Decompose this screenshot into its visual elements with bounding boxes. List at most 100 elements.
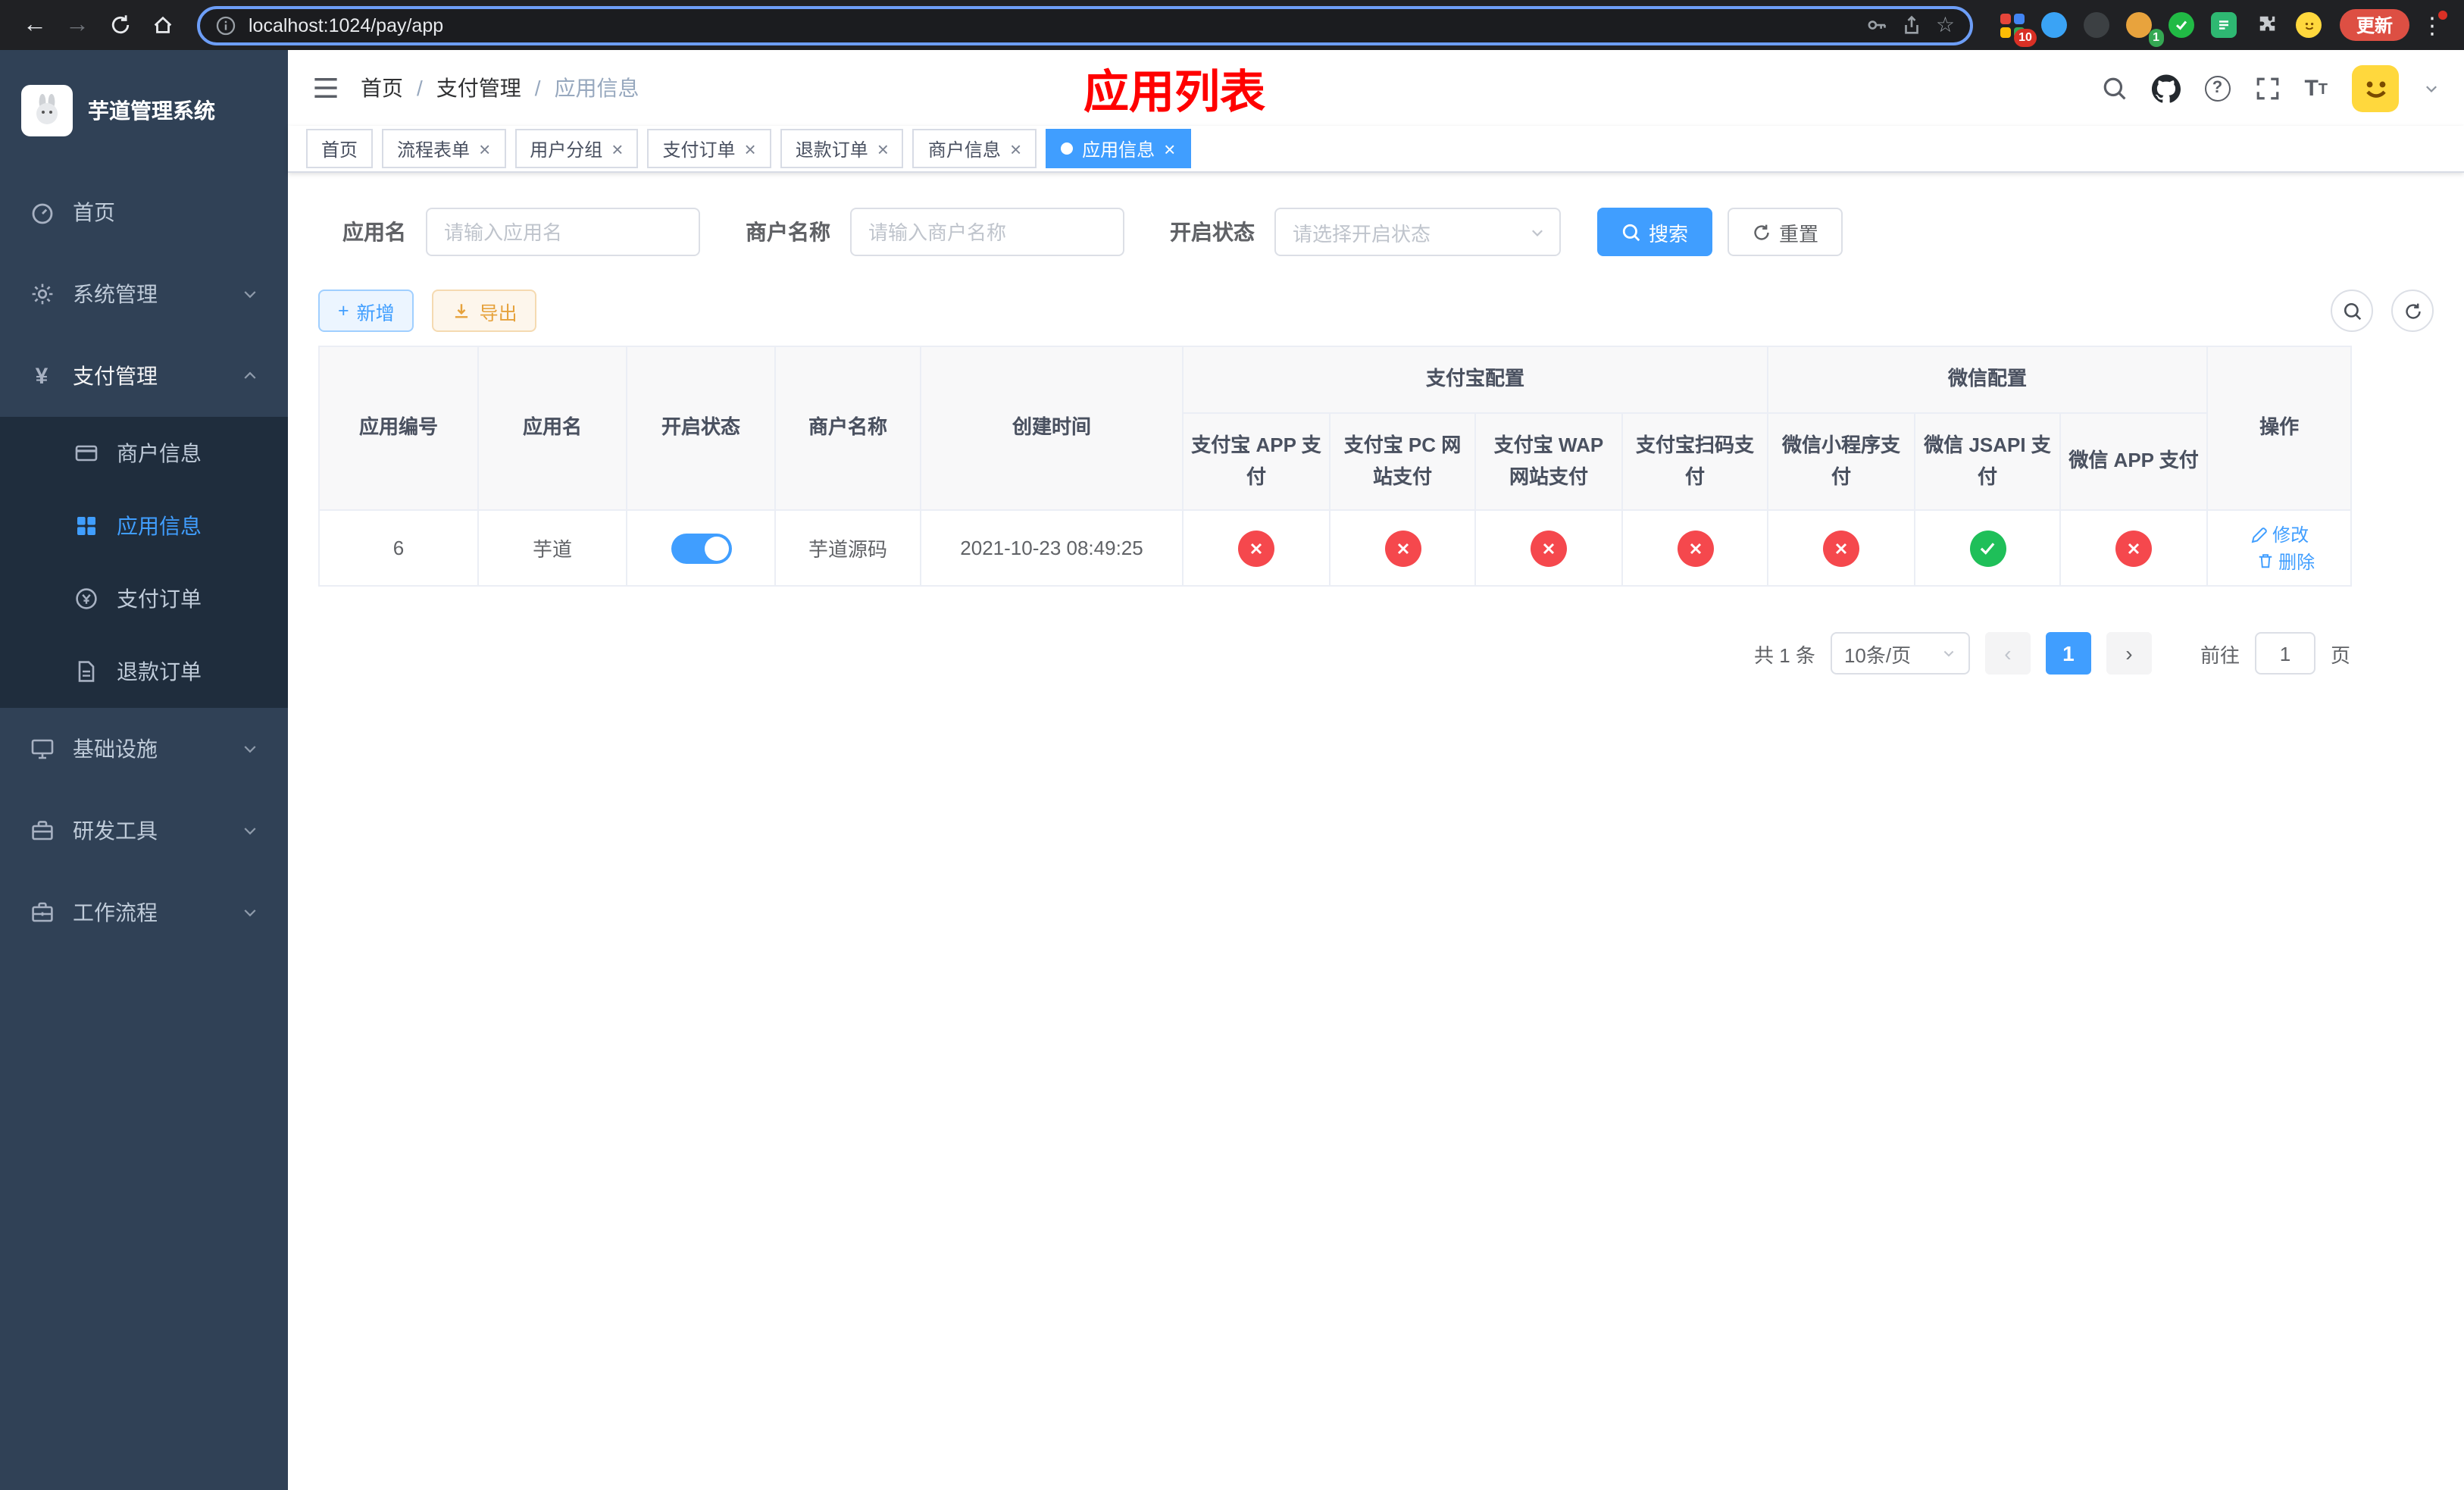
avatar-caret-icon[interactable]: [2423, 80, 2440, 96]
close-icon[interactable]: ×: [479, 139, 490, 158]
tab-merchant-info[interactable]: 商户信息 ×: [912, 129, 1037, 168]
tab-process-form[interactable]: 流程表单 ×: [382, 129, 506, 168]
extension-drop-icon[interactable]: [2040, 10, 2070, 40]
sidebar-toggle-icon[interactable]: [312, 74, 339, 102]
breadcrumb-home[interactable]: 首页: [361, 73, 403, 103]
breadcrumb-separator: /: [417, 76, 423, 100]
sidebar-item-system[interactable]: 系统管理: [0, 253, 288, 335]
toggle-search-icon[interactable]: [2331, 290, 2373, 332]
extension-grid-icon[interactable]: 10: [1997, 10, 2037, 46]
chevron-down-icon: [241, 740, 259, 758]
extension-dark-icon[interactable]: [2082, 10, 2112, 40]
font-size-icon[interactable]: TT: [2304, 77, 2328, 99]
tab-user-group[interactable]: 用户分组 ×: [514, 129, 639, 168]
sidebar-item-label: 商户信息: [117, 441, 202, 465]
merchant-name-input[interactable]: [850, 208, 1124, 256]
page-number-button[interactable]: 1: [2045, 632, 2091, 675]
site-info-icon[interactable]: [215, 14, 236, 36]
tab-app-info[interactable]: 应用信息 ×: [1046, 129, 1191, 168]
sidebar-item-workflow[interactable]: 工作流程: [0, 872, 288, 953]
close-icon[interactable]: ×: [611, 139, 623, 158]
reset-button[interactable]: 重置: [1728, 208, 1843, 256]
avatar[interactable]: [2352, 64, 2399, 111]
logo-row[interactable]: 芋道管理系统: [0, 50, 288, 171]
breadcrumb-separator: /: [534, 76, 541, 100]
sidebar-item-infra[interactable]: 基础设施: [0, 708, 288, 790]
close-icon[interactable]: ×: [1010, 139, 1021, 158]
sidebar-item-home[interactable]: 首页: [0, 171, 288, 253]
back-icon[interactable]: ←: [15, 5, 55, 45]
main-area: 首页 / 支付管理 / 应用信息 应用列表 ? T T 首页 流程表单 × 用户…: [288, 50, 2464, 1490]
fullscreen-icon[interactable]: [2254, 75, 2280, 101]
goto-page-input[interactable]: [2254, 632, 2315, 675]
cell-status: [626, 509, 776, 587]
extension-emoji-icon[interactable]: [2294, 10, 2325, 40]
col-alipay-qr: 支付宝扫码支付: [1621, 412, 1769, 511]
cell-alipay-app: [1182, 509, 1330, 587]
status-cross-icon: [1677, 530, 1713, 566]
status-cross-icon: [1384, 530, 1421, 566]
grid-icon: [73, 513, 98, 539]
tab-home[interactable]: 首页: [306, 129, 374, 168]
help-icon[interactable]: ?: [2204, 75, 2231, 101]
top-navbar: 首页 / 支付管理 / 应用信息 应用列表 ? T T: [288, 50, 2464, 126]
app-name-input[interactable]: [426, 208, 700, 256]
extensions-puzzle-icon[interactable]: [2252, 10, 2282, 40]
status-select[interactable]: 请选择开启状态: [1274, 208, 1561, 256]
sidebar-item-label: 支付管理: [73, 364, 158, 388]
share-icon[interactable]: [1901, 14, 1924, 36]
forward-icon[interactable]: →: [58, 5, 97, 45]
bookmark-star-icon[interactable]: ☆: [1936, 12, 1955, 38]
browser-menu-icon[interactable]: ⋮: [2416, 7, 2449, 43]
reload-icon[interactable]: [100, 5, 139, 45]
monitor-icon: [29, 736, 55, 762]
dashboard-icon: [29, 199, 55, 225]
status-cross-icon: [1823, 530, 1860, 566]
sidebar-item-payment[interactable]: ¥ 支付管理: [0, 335, 288, 417]
table-settings: [2331, 290, 2434, 332]
sidebar-item-pay-orders[interactable]: 支付订单: [0, 562, 288, 635]
password-key-icon[interactable]: [1866, 14, 1889, 36]
document-icon: [73, 659, 98, 684]
tab-pay-orders[interactable]: 支付订单 ×: [647, 129, 771, 168]
status-switch[interactable]: [671, 533, 731, 563]
sidebar-item-merchant-info[interactable]: 商户信息: [0, 417, 288, 490]
sidebar-item-dev-tools[interactable]: 研发工具: [0, 790, 288, 872]
extension-note-icon[interactable]: [2209, 10, 2240, 40]
close-icon[interactable]: ×: [877, 139, 889, 158]
page-content: 应用名 商户名称 开启状态 请选择开启状态 搜索: [288, 173, 2464, 1490]
close-icon[interactable]: ×: [745, 139, 756, 158]
tab-refund-orders[interactable]: 退款订单 ×: [780, 129, 904, 168]
col-alipay-app: 支付宝 APP 支付: [1182, 412, 1330, 511]
extension-badge: 10: [2014, 28, 2037, 46]
search-button[interactable]: 搜索: [1597, 208, 1713, 256]
app-table: 应用编号 应用名 开启状态 商户名称 创建时间 支付宝配置 微信配置 操作 支付…: [318, 346, 2353, 587]
logo-image: [21, 85, 73, 136]
url-text[interactable]: localhost:1024/pay/app: [249, 14, 443, 36]
edit-button[interactable]: 修改: [2250, 521, 2309, 547]
page-size-select[interactable]: 10条/页: [1830, 632, 1970, 675]
extension-check-icon[interactable]: [2167, 10, 2197, 40]
extension-icons: 10 1: [1988, 10, 2334, 46]
cell-app-name: 芋道: [477, 509, 627, 587]
next-page-button[interactable]: ›: [2106, 632, 2152, 675]
add-button[interactable]: + 新增: [318, 290, 414, 332]
delete-button[interactable]: 删除: [2256, 548, 2315, 574]
sidebar-item-app-info[interactable]: 应用信息: [0, 490, 288, 562]
sidebar-item-refund-orders[interactable]: 退款订单: [0, 635, 288, 708]
export-button[interactable]: 导出: [432, 290, 537, 332]
extension-avatar-icon[interactable]: 1: [2125, 10, 2164, 46]
sidebar-item-label: 基础设施: [73, 737, 158, 761]
refresh-icon[interactable]: [2391, 290, 2434, 332]
breadcrumb-payment[interactable]: 支付管理: [436, 73, 521, 103]
search-icon[interactable]: [2101, 75, 2127, 101]
github-icon[interactable]: [2151, 74, 2181, 102]
update-button[interactable]: 更新: [2339, 9, 2409, 41]
close-icon[interactable]: ×: [1164, 139, 1175, 158]
address-bar[interactable]: localhost:1024/pay/app ☆: [197, 5, 1973, 45]
merchant-name-label: 商户名称: [746, 220, 830, 244]
home-icon[interactable]: [142, 5, 182, 45]
page-unit: 页: [2330, 643, 2350, 666]
prev-page-button[interactable]: ‹: [1984, 632, 2031, 675]
screen: ← → localhost:1024/pay/app ☆ 10 1 更新 ⋮ 芋…: [0, 0, 2464, 1490]
